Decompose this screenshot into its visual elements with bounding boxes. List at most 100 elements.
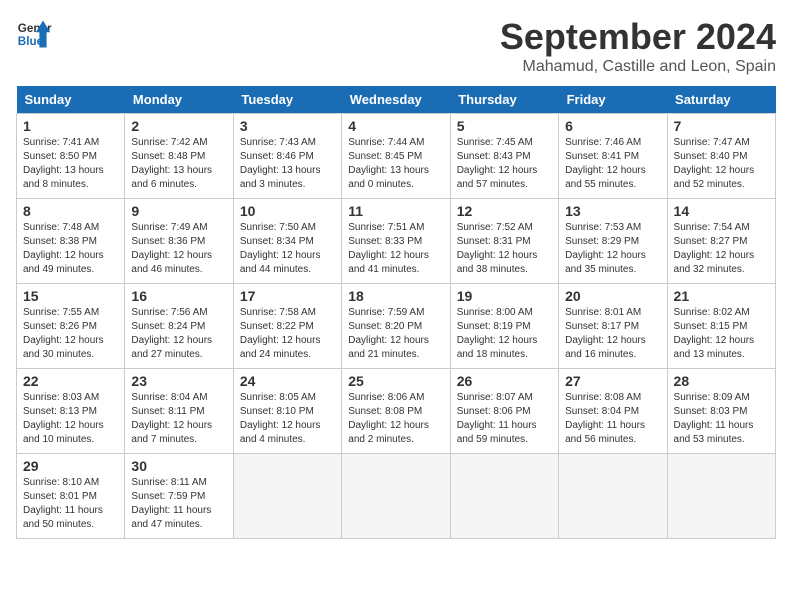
day-info: Sunrise: 7:56 AMSunset: 8:24 PMDaylight:… (131, 306, 226, 362)
day-number: 6 (565, 118, 660, 134)
col-monday: Monday (125, 86, 233, 114)
day-info: Sunrise: 8:05 AMSunset: 8:10 PMDaylight:… (240, 391, 335, 447)
day-number: 19 (457, 288, 552, 304)
day-number: 3 (240, 118, 335, 134)
day-number: 21 (674, 288, 769, 304)
calendar-cell: 14 Sunrise: 7:54 AMSunset: 8:27 PMDayligh… (667, 199, 775, 284)
month-title: September 2024 (500, 16, 776, 58)
calendar-week-1: 1 Sunrise: 7:41 AMSunset: 8:50 PMDaylight… (17, 114, 776, 199)
day-info: Sunrise: 7:47 AMSunset: 8:40 PMDaylight:… (674, 136, 769, 192)
col-sunday: Sunday (17, 86, 125, 114)
day-number: 29 (23, 458, 118, 474)
calendar-cell: 2 Sunrise: 7:42 AMSunset: 8:48 PMDaylight… (125, 114, 233, 199)
day-number: 24 (240, 373, 335, 389)
day-number: 4 (348, 118, 443, 134)
day-number: 30 (131, 458, 226, 474)
day-info: Sunrise: 7:54 AMSunset: 8:27 PMDaylight:… (674, 221, 769, 277)
col-saturday: Saturday (667, 86, 775, 114)
calendar-cell: 15 Sunrise: 7:55 AMSunset: 8:26 PMDayligh… (17, 284, 125, 369)
calendar-cell: 17Sunrise: 7:58 AMSunset: 8:22 PMDayligh… (233, 284, 341, 369)
day-number: 14 (674, 203, 769, 219)
day-number: 7 (674, 118, 769, 134)
day-info: Sunrise: 7:55 AMSunset: 8:26 PMDaylight:… (23, 306, 118, 362)
day-number: 28 (674, 373, 769, 389)
day-info: Sunrise: 7:41 AMSunset: 8:50 PMDaylight:… (23, 136, 118, 192)
day-info: Sunrise: 7:42 AMSunset: 8:48 PMDaylight:… (131, 136, 226, 192)
day-number: 13 (565, 203, 660, 219)
day-number: 18 (348, 288, 443, 304)
calendar-cell: 23 Sunrise: 8:04 AMSunset: 8:11 PMDayligh… (125, 369, 233, 454)
calendar-week-2: 8Sunrise: 7:48 AMSunset: 8:38 PMDaylight… (17, 199, 776, 284)
calendar-cell: 9 Sunrise: 7:49 AMSunset: 8:36 PMDaylight… (125, 199, 233, 284)
day-number: 26 (457, 373, 552, 389)
calendar-cell: 13 Sunrise: 7:53 AMSunset: 8:29 PMDayligh… (559, 199, 667, 284)
calendar-cell: 29Sunrise: 8:10 AMSunset: 8:01 PMDayligh… (17, 454, 125, 539)
day-number: 15 (23, 288, 118, 304)
calendar-cell: 7 Sunrise: 7:47 AMSunset: 8:40 PMDaylight… (667, 114, 775, 199)
calendar-cell: 18 Sunrise: 7:59 AMSunset: 8:20 PMDayligh… (342, 284, 450, 369)
calendar-week-4: 22 Sunrise: 8:03 AMSunset: 8:13 PMDayligh… (17, 369, 776, 454)
day-number: 2 (131, 118, 226, 134)
header-row: Sunday Monday Tuesday Wednesday Thursday… (17, 86, 776, 114)
col-thursday: Thursday (450, 86, 558, 114)
logo: General Blue (16, 16, 52, 52)
day-info: Sunrise: 8:09 AMSunset: 8:03 PMDaylight:… (674, 391, 769, 447)
calendar-cell: 1 Sunrise: 7:41 AMSunset: 8:50 PMDaylight… (17, 114, 125, 199)
calendar-cell: 19 Sunrise: 8:00 AMSunset: 8:19 PMDayligh… (450, 284, 558, 369)
day-number: 10 (240, 203, 335, 219)
day-info: Sunrise: 8:06 AMSunset: 8:08 PMDaylight:… (348, 391, 443, 447)
calendar-cell: 5Sunrise: 7:45 AMSunset: 8:43 PMDaylight… (450, 114, 558, 199)
calendar-cell: 24 Sunrise: 8:05 AMSunset: 8:10 PMDayligh… (233, 369, 341, 454)
day-info: Sunrise: 7:50 AMSunset: 8:34 PMDaylight:… (240, 221, 335, 277)
day-info: Sunrise: 8:03 AMSunset: 8:13 PMDaylight:… (23, 391, 118, 447)
calendar-table: Sunday Monday Tuesday Wednesday Thursday… (16, 86, 776, 539)
calendar-cell: 20 Sunrise: 8:01 AMSunset: 8:17 PMDayligh… (559, 284, 667, 369)
col-friday: Friday (559, 86, 667, 114)
calendar-cell: 28 Sunrise: 8:09 AMSunset: 8:03 PMDayligh… (667, 369, 775, 454)
day-number: 12 (457, 203, 552, 219)
day-info: Sunrise: 7:49 AMSunset: 8:36 PMDaylight:… (131, 221, 226, 277)
day-number: 5 (457, 118, 552, 134)
day-info: Sunrise: 8:04 AMSunset: 8:11 PMDaylight:… (131, 391, 226, 447)
calendar-cell (450, 454, 558, 539)
day-number: 9 (131, 203, 226, 219)
day-info: Sunrise: 7:43 AMSunset: 8:46 PMDaylight:… (240, 136, 335, 192)
calendar-cell: 3 Sunrise: 7:43 AMSunset: 8:46 PMDaylight… (233, 114, 341, 199)
title-section: September 2024 Mahamud, Castille and Leo… (500, 16, 776, 76)
day-info: Sunrise: 7:44 AMSunset: 8:45 PMDaylight:… (348, 136, 443, 192)
calendar-cell: 12 Sunrise: 7:52 AMSunset: 8:31 PMDayligh… (450, 199, 558, 284)
col-wednesday: Wednesday (342, 86, 450, 114)
location-title: Mahamud, Castille and Leon, Spain (500, 58, 776, 76)
day-info: Sunrise: 8:00 AMSunset: 8:19 PMDaylight:… (457, 306, 552, 362)
day-number: 25 (348, 373, 443, 389)
page-header: General Blue September 2024 Mahamud, Cas… (16, 16, 776, 76)
day-number: 1 (23, 118, 118, 134)
calendar-cell: 6 Sunrise: 7:46 AMSunset: 8:41 PMDaylight… (559, 114, 667, 199)
day-info: Sunrise: 7:51 AMSunset: 8:33 PMDaylight:… (348, 221, 443, 277)
calendar-cell: 21 Sunrise: 8:02 AMSunset: 8:15 PMDayligh… (667, 284, 775, 369)
calendar-cell: 16 Sunrise: 7:56 AMSunset: 8:24 PMDayligh… (125, 284, 233, 369)
day-info: Sunrise: 8:11 AMSunset: 7:59 PMDaylight:… (131, 476, 226, 532)
day-info: Sunrise: 8:02 AMSunset: 8:15 PMDaylight:… (674, 306, 769, 362)
calendar-cell: 11 Sunrise: 7:51 AMSunset: 8:33 PMDayligh… (342, 199, 450, 284)
day-number: 23 (131, 373, 226, 389)
col-tuesday: Tuesday (233, 86, 341, 114)
day-info: Sunrise: 7:52 AMSunset: 8:31 PMDaylight:… (457, 221, 552, 277)
calendar-cell: 30 Sunrise: 8:11 AMSunset: 7:59 PMDayligh… (125, 454, 233, 539)
day-number: 20 (565, 288, 660, 304)
calendar-cell: 27Sunrise: 8:08 AMSunset: 8:04 PMDayligh… (559, 369, 667, 454)
day-info: Sunrise: 7:53 AMSunset: 8:29 PMDaylight:… (565, 221, 660, 277)
day-number: 22 (23, 373, 118, 389)
logo-icon: General Blue (16, 16, 52, 52)
calendar-cell: 8Sunrise: 7:48 AMSunset: 8:38 PMDaylight… (17, 199, 125, 284)
calendar-cell: 25 Sunrise: 8:06 AMSunset: 8:08 PMDayligh… (342, 369, 450, 454)
calendar-cell (559, 454, 667, 539)
day-info: Sunrise: 7:59 AMSunset: 8:20 PMDaylight:… (348, 306, 443, 362)
day-number: 11 (348, 203, 443, 219)
day-info: Sunrise: 8:01 AMSunset: 8:17 PMDaylight:… (565, 306, 660, 362)
calendar-cell (342, 454, 450, 539)
calendar-cell: 26 Sunrise: 8:07 AMSunset: 8:06 PMDayligh… (450, 369, 558, 454)
day-number: 16 (131, 288, 226, 304)
day-info: Sunrise: 7:46 AMSunset: 8:41 PMDaylight:… (565, 136, 660, 192)
day-info: Sunrise: 8:07 AMSunset: 8:06 PMDaylight:… (457, 391, 552, 447)
